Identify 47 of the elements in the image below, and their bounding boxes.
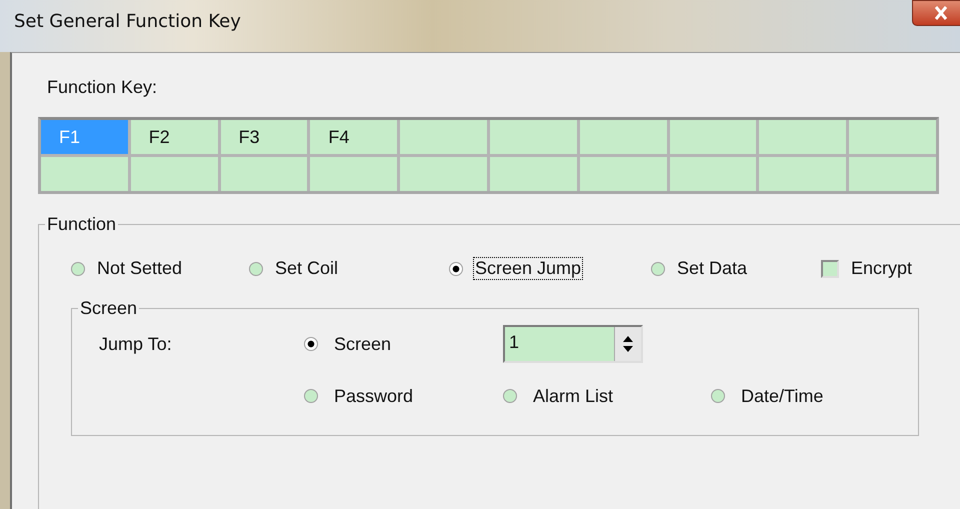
function-key-label: Function Key:	[47, 77, 158, 99]
radio-button[interactable]	[711, 389, 725, 403]
radio-label: Password	[333, 384, 414, 408]
function-key-cell[interactable]	[41, 157, 128, 191]
function-key-cell[interactable]	[759, 120, 846, 154]
radio-label: Date/Time	[740, 384, 824, 408]
close-button[interactable]	[912, 0, 960, 26]
radio-label: Screen	[333, 332, 392, 356]
window-title: Set General Function Key	[13, 10, 241, 32]
group-title: Function	[46, 214, 118, 235]
function-key-cell[interactable]	[490, 120, 577, 154]
spinner-value: 1	[508, 331, 520, 354]
radio-label: Alarm List	[532, 384, 614, 408]
group-title: Screen	[79, 298, 138, 319]
function-key-cell[interactable]	[220, 157, 308, 191]
radio-button[interactable]	[503, 389, 517, 403]
radio-button[interactable]	[304, 389, 318, 403]
function-key-cell[interactable]	[490, 157, 577, 191]
radio-label: Set Data	[676, 257, 748, 280]
function-key-cell[interactable]: F4	[310, 120, 398, 154]
function-key-cell[interactable]	[849, 120, 936, 154]
function-key-cell[interactable]	[759, 157, 846, 191]
close-icon	[933, 6, 949, 20]
function-key-cell[interactable]	[580, 157, 667, 191]
function-key-cell[interactable]	[400, 157, 487, 191]
function-key-cell[interactable]	[580, 120, 667, 154]
radio-label: Set Coil	[274, 257, 340, 280]
radio-button[interactable]	[651, 262, 665, 276]
function-key-cell[interactable]	[130, 157, 218, 191]
jump-to-label: Jump To:	[99, 334, 173, 354]
checkbox[interactable]	[821, 260, 839, 278]
radio-label: Screen Jump	[473, 257, 584, 280]
function-key-cell[interactable]: F3	[220, 120, 308, 154]
function-key-cell[interactable]	[670, 120, 756, 154]
screen-number-spinner[interactable]: 1	[503, 325, 643, 363]
radio-button[interactable]	[304, 337, 318, 351]
function-key-cell[interactable]	[400, 120, 487, 154]
function-key-cell[interactable]: F2	[130, 120, 218, 154]
radio-button[interactable]	[449, 262, 463, 276]
function-key-cell[interactable]	[849, 157, 936, 191]
checkbox-label: Encrypt	[850, 257, 914, 280]
function-key-cell[interactable]	[310, 157, 398, 191]
radio-label: Not Setted	[96, 257, 184, 280]
radio-button[interactable]	[249, 262, 263, 276]
radio-button[interactable]	[71, 262, 85, 276]
up-down-arrows-icon[interactable]	[614, 327, 641, 361]
function-key-cell[interactable]	[670, 157, 756, 191]
